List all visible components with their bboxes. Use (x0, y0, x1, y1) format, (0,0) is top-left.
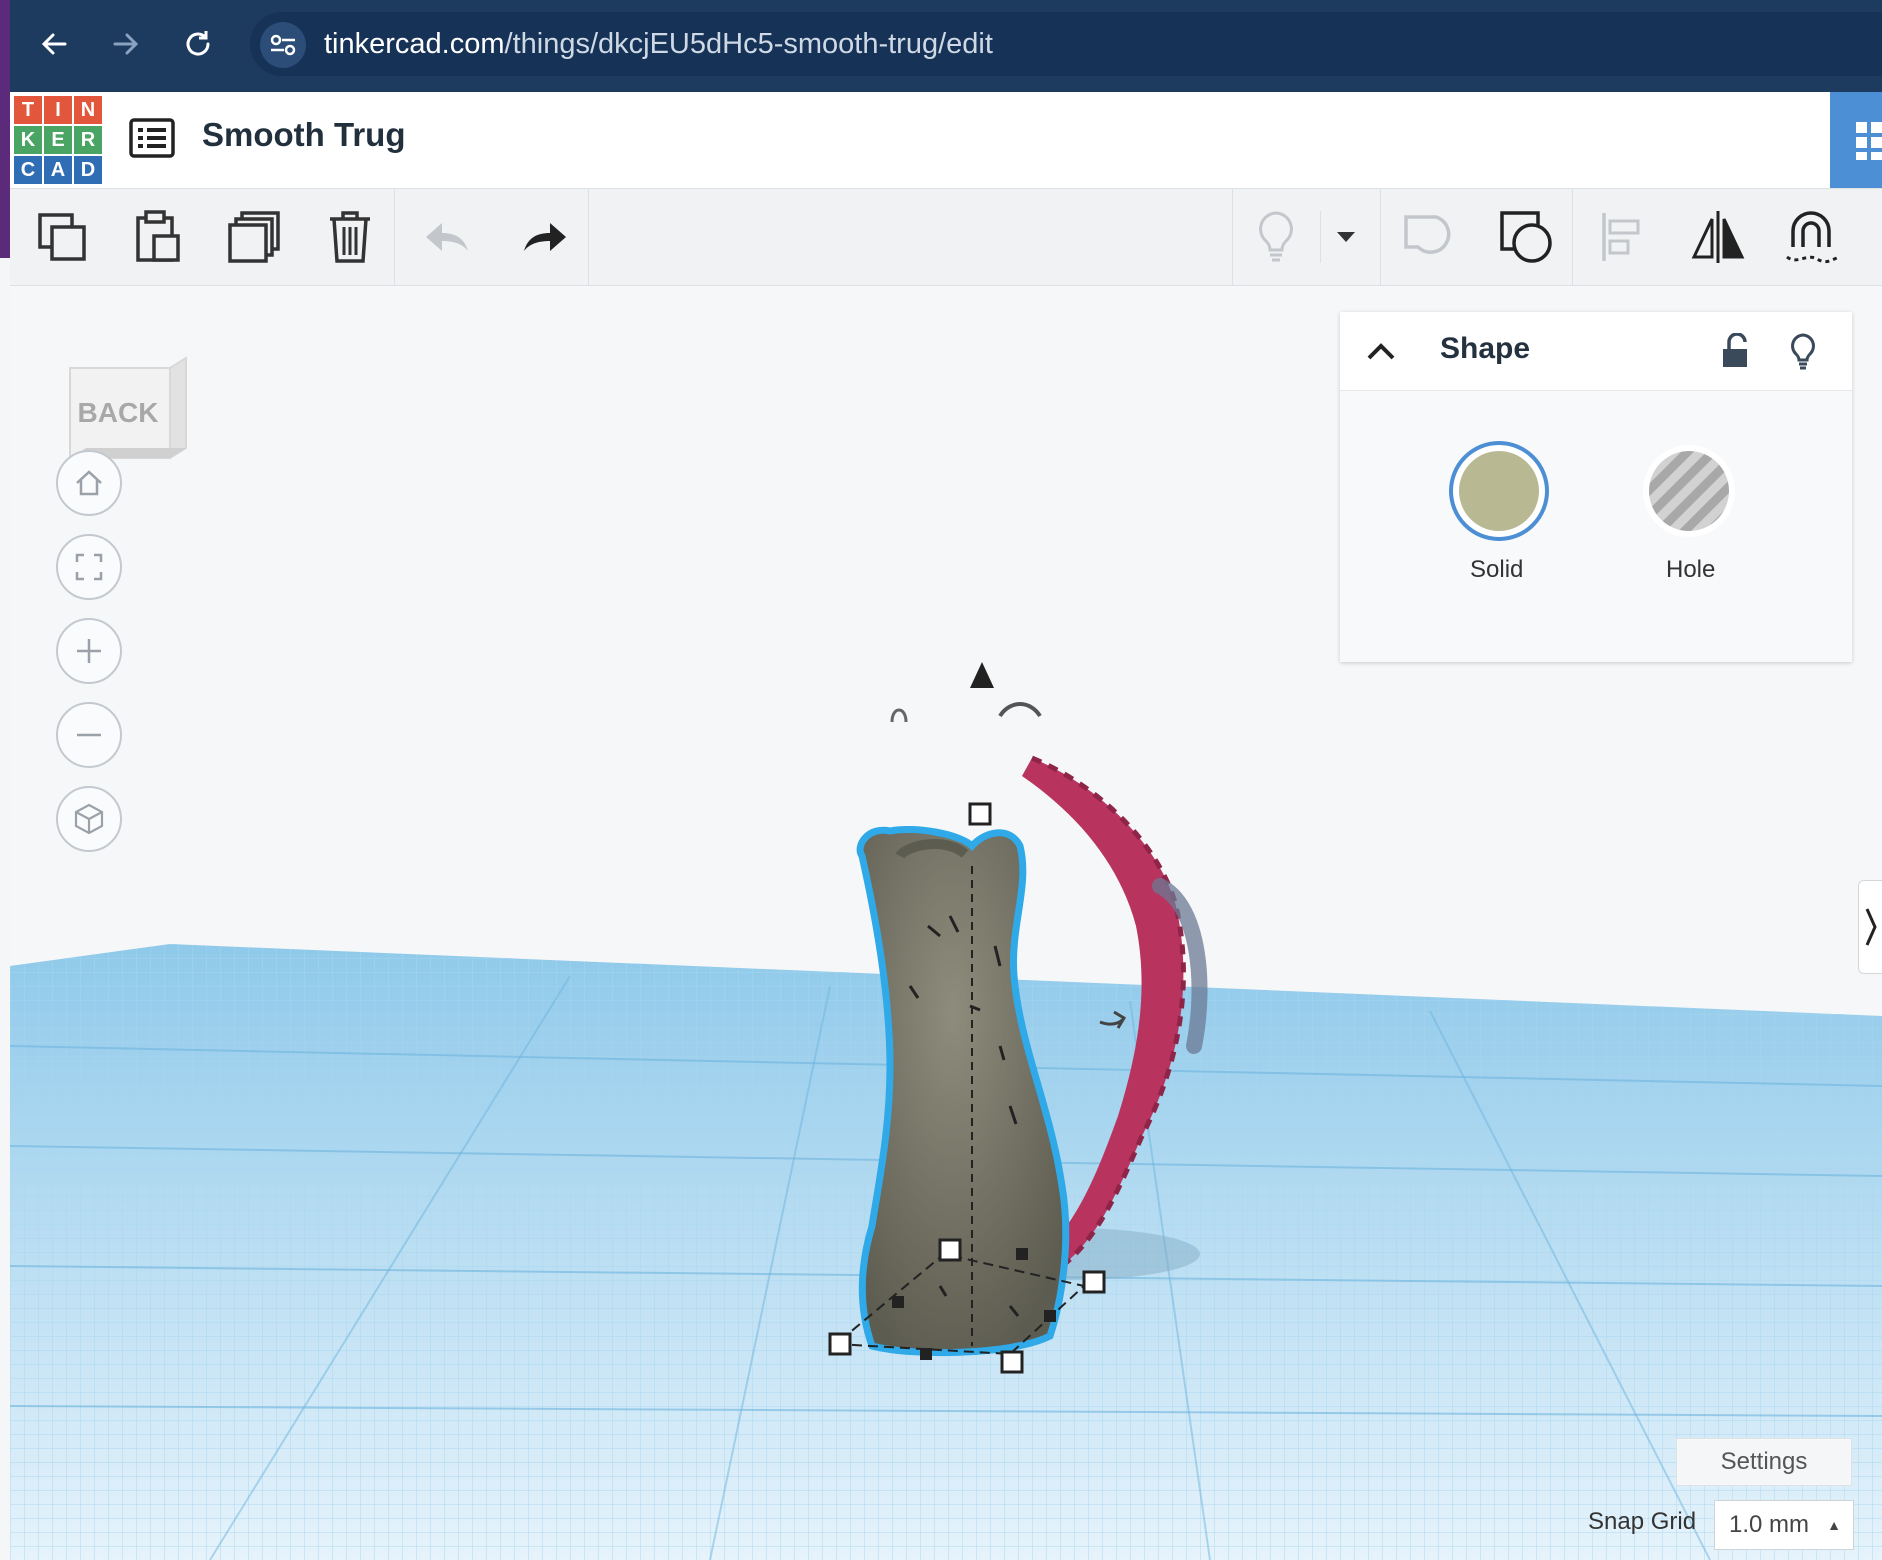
copy-icon (38, 213, 86, 261)
mirror-button[interactable] (1686, 205, 1750, 269)
reload-icon (186, 31, 210, 56)
chevron-up-icon (1367, 343, 1395, 360)
home-view-button[interactable] (56, 450, 122, 516)
fit-icon (75, 553, 103, 581)
tinkercad-logo[interactable]: TIN KER CAD (14, 96, 102, 184)
align-icon (1602, 213, 1640, 261)
app-header: TIN KER CAD Smooth Trug (10, 92, 1882, 189)
hole-label: Hole (1666, 556, 1716, 583)
solid-label: Solid (1470, 556, 1524, 583)
logo-letter: N (74, 96, 102, 124)
solid-swatch-button[interactable] (1448, 440, 1550, 542)
undo-button[interactable] (416, 205, 480, 269)
lightbulb-icon (1791, 333, 1815, 370)
url-host: tinkercad.com (324, 28, 505, 60)
shape-panel-title: Shape (1440, 332, 1531, 365)
show-all-button[interactable] (1244, 205, 1308, 269)
url-path: /things/dkcjEU5dHc5-smooth-trug/edit (504, 28, 993, 60)
logo-letter: D (74, 156, 102, 184)
snap-grid-value: 1.0 mm (1729, 1511, 1810, 1538)
hole-swatch (1643, 445, 1735, 537)
site-settings-icon[interactable] (260, 22, 306, 68)
chevron-right-icon (1865, 908, 1877, 946)
unlock-icon (1723, 333, 1747, 367)
logo-letter: I (44, 96, 72, 124)
logo-letter: E (44, 126, 72, 154)
snap-grid-select[interactable]: 1.0 mm ▲ (1714, 1500, 1854, 1550)
show-dropdown-button[interactable] (1326, 205, 1366, 269)
undo-icon (426, 223, 468, 251)
trash-icon (330, 211, 370, 263)
view-cube-face-label: BACK (78, 397, 159, 428)
mirror-icon (1691, 211, 1745, 263)
logo-letter: A (44, 156, 72, 184)
hide-button[interactable] (1780, 328, 1826, 374)
collapse-panel-button[interactable] (1360, 330, 1402, 372)
ungroup-button[interactable] (1494, 205, 1558, 269)
group-button[interactable] (1398, 205, 1462, 269)
group-icon (1404, 215, 1451, 254)
projection-button[interactable] (56, 786, 122, 852)
back-button[interactable] (28, 18, 80, 70)
paste-button[interactable] (126, 205, 190, 269)
snap-grid-label: Snap Grid (1588, 1508, 1697, 1535)
minus-icon (77, 733, 101, 737)
hole-swatch-button[interactable] (1640, 442, 1738, 540)
panel-toggle-handle[interactable] (1858, 880, 1882, 974)
project-title[interactable]: Smooth Trug (202, 116, 405, 154)
reload-button[interactable] (172, 18, 224, 70)
fit-view-button[interactable] (56, 534, 122, 600)
logo-letter: K (14, 126, 42, 154)
settings-button[interactable]: Settings (1676, 1438, 1852, 1486)
browser-toolbar: tinkercad.com/things/dkcjEU5dHc5-smooth-… (0, 0, 1882, 258)
list-icon (129, 118, 175, 158)
delete-button[interactable] (318, 205, 382, 269)
grid-icon (1856, 122, 1882, 160)
magnet-icon (1786, 211, 1840, 264)
shape-panel-header: Shape (1340, 312, 1852, 391)
edit-toolbar (10, 189, 1882, 286)
logo-letter: C (14, 156, 42, 184)
grid-view-button[interactable] (1830, 92, 1882, 188)
arrow-right-icon (113, 33, 139, 55)
home-icon (76, 470, 102, 496)
copy-button[interactable] (30, 205, 94, 269)
align-button[interactable] (1590, 205, 1654, 269)
url-text[interactable]: tinkercad.com/things/dkcjEU5dHc5-smooth-… (324, 22, 993, 66)
lightbulb-icon (1259, 211, 1293, 262)
lock-button[interactable] (1712, 328, 1758, 374)
ungroup-icon (1500, 211, 1552, 263)
logo-letter: T (14, 96, 42, 124)
redo-button[interactable] (512, 205, 576, 269)
window-edge (0, 0, 10, 258)
duplicate-button[interactable] (222, 205, 286, 269)
cube-icon (74, 803, 104, 835)
zoom-out-button[interactable] (56, 702, 122, 768)
arrow-left-icon (41, 33, 67, 55)
design-menu-button[interactable] (126, 112, 178, 164)
redo-icon (524, 223, 566, 251)
logo-letter: R (74, 126, 102, 154)
forward-button[interactable] (100, 18, 152, 70)
caret-down-icon (1337, 232, 1355, 242)
plus-icon (77, 639, 101, 663)
cruise-button[interactable] (1782, 205, 1846, 269)
shape-inspector-panel: Shape Solid Hole (1340, 312, 1852, 662)
zoom-in-button[interactable] (56, 618, 122, 684)
duplicate-icon (228, 211, 280, 263)
clipboard-icon (136, 210, 180, 262)
caret-up-icon: ▲ (1827, 1517, 1841, 1533)
solid-swatch (1449, 441, 1549, 541)
